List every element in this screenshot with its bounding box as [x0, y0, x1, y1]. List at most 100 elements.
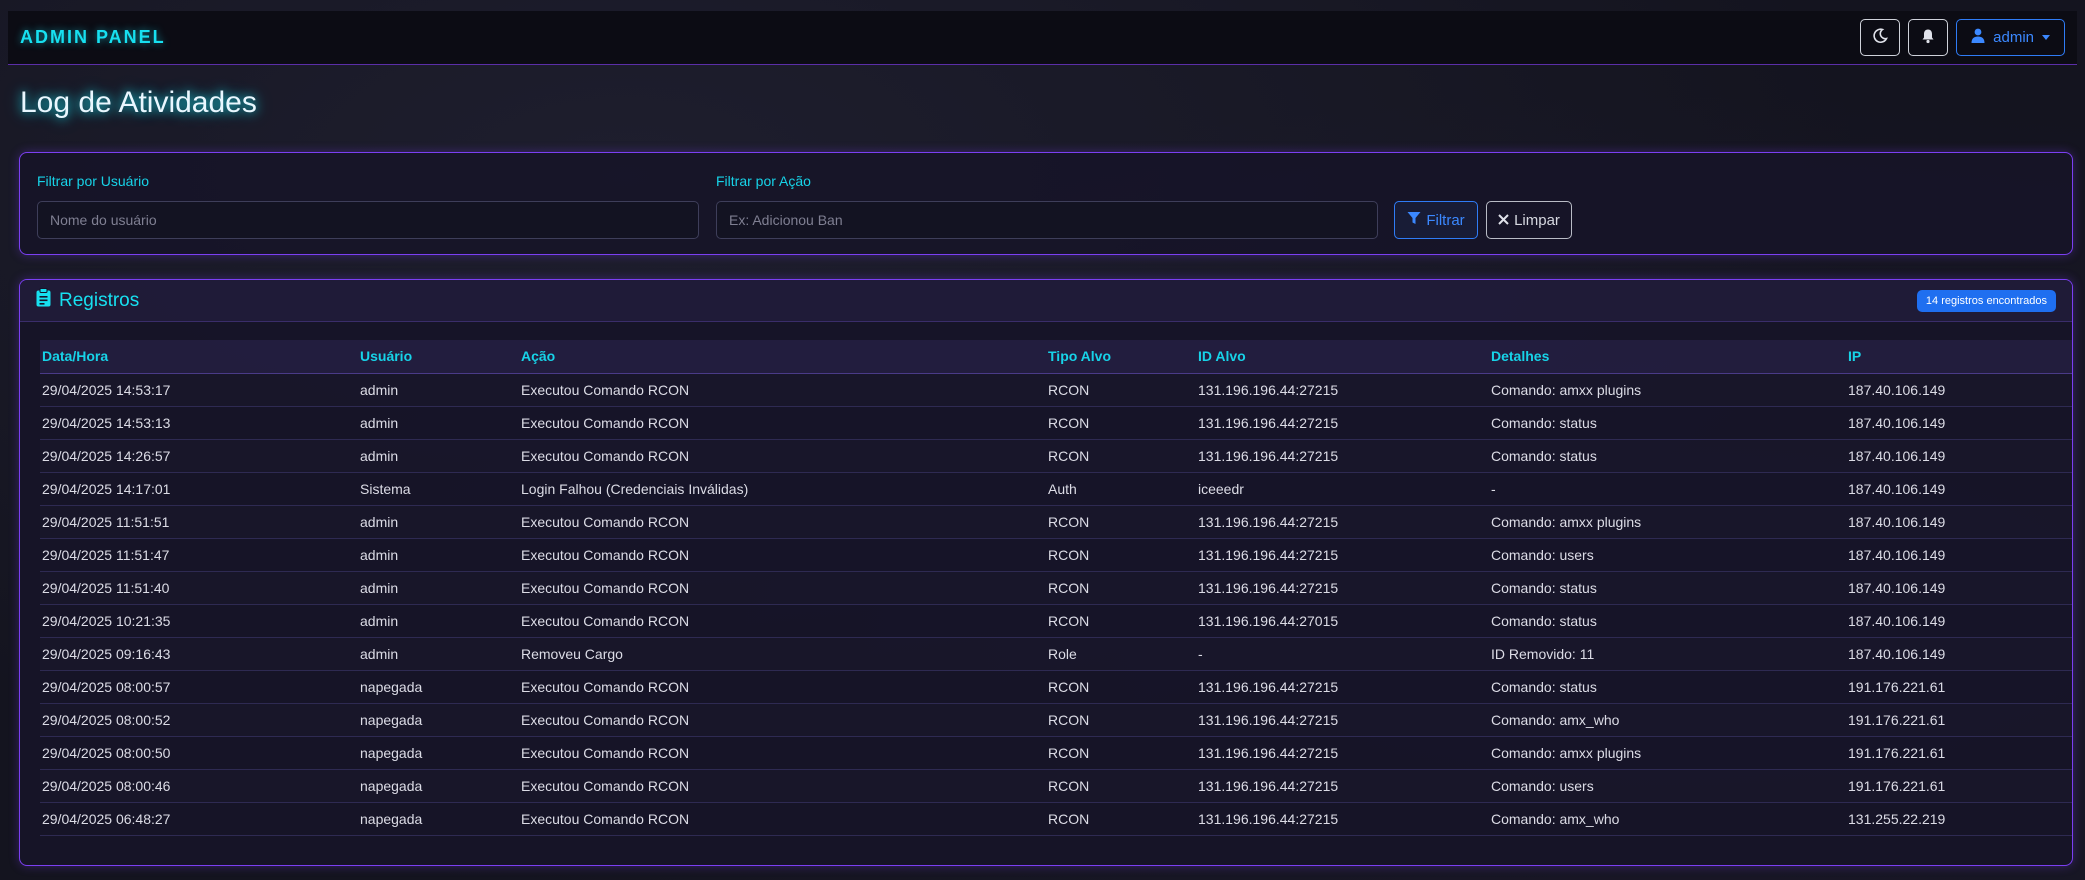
cell-details: Comando: users — [1491, 769, 1848, 803]
table-row[interactable]: 29/04/2025 14:26:57 admin Executou Comando… — [40, 439, 2072, 473]
cell-target-id: 131.196.196.44:27015 — [1198, 604, 1491, 638]
cell-action: Executou Comando RCON — [521, 604, 1048, 638]
navbar-actions: admin — [1860, 19, 2065, 56]
cell-details: Comando: status — [1491, 439, 1848, 473]
cell-action: Executou Comando RCON — [521, 802, 1048, 836]
clear-button[interactable]: Limpar — [1486, 201, 1572, 239]
table-row[interactable]: 29/04/2025 10:21:35 admin Executou Comando… — [40, 604, 2072, 638]
clear-button-label: Limpar — [1514, 211, 1560, 229]
activity-log-table: Data/Hora Usuário Ação Tipo Alvo ID Alvo Deta… — [40, 340, 2072, 836]
theme-toggle-button[interactable] — [1860, 19, 1901, 56]
table-row[interactable]: 29/04/2025 08:00:52 napegada Executou Coma… — [40, 703, 2072, 737]
brand-logo[interactable]: ADMIN PANEL — [20, 27, 166, 48]
cell-target-type: RCON — [1048, 439, 1198, 473]
cell-details: Comando: amx_who — [1491, 703, 1848, 737]
cell-ip: 187.40.106.149 — [1848, 571, 2072, 605]
cell-details: Comando: amxx plugins — [1491, 505, 1848, 539]
table-row[interactable]: 29/04/2025 08:00:57 napegada Executou Coma… — [40, 670, 2072, 704]
cell-ip: 187.40.106.149 — [1848, 505, 2072, 539]
records-card: Registros 14 registros encontrados Data/… — [19, 279, 2073, 866]
user-filter-input[interactable] — [37, 201, 699, 239]
cell-target-type: RCON — [1048, 571, 1198, 605]
cell-action: Executou Comando RCON — [521, 769, 1048, 803]
column-header-target-type[interactable]: Tipo Alvo — [1048, 340, 1198, 374]
table-body: 29/04/2025 14:53:17 admin Executou Comando… — [40, 373, 2072, 836]
table-header-row: Data/Hora Usuário Ação Tipo Alvo ID Alvo Deta… — [40, 340, 2072, 374]
cell-action: Executou Comando RCON — [521, 439, 1048, 473]
cell-target-id: iceeedr — [1198, 472, 1491, 506]
records-title: Registros — [59, 289, 140, 311]
cell-target-id: 131.196.196.44:27215 — [1198, 769, 1491, 803]
cell-datetime: 29/04/2025 08:00:57 — [40, 670, 360, 704]
cell-details: Comando: users — [1491, 538, 1848, 572]
cell-action: Executou Comando RCON — [521, 571, 1048, 605]
cell-action: Executou Comando RCON — [521, 670, 1048, 704]
filter-button-label: Filtrar — [1426, 211, 1465, 229]
cell-details: Comando: amxx plugins — [1491, 736, 1848, 770]
cell-ip: 191.176.221.61 — [1848, 703, 2072, 737]
notifications-button[interactable] — [1908, 19, 1949, 56]
cell-target-id: 131.196.196.44:27215 — [1198, 373, 1491, 407]
cell-target-type: RCON — [1048, 604, 1198, 638]
filter-card: Filtrar por Usuário Filtrar por Ação Fil… — [19, 152, 2073, 255]
cell-datetime: 29/04/2025 08:00:50 — [40, 736, 360, 770]
cell-details: Comando: status — [1491, 571, 1848, 605]
cell-action: Executou Comando RCON — [521, 505, 1048, 539]
records-header: Registros 14 registros encontrados — [20, 280, 2072, 322]
cell-ip: 187.40.106.149 — [1848, 604, 2072, 638]
cell-target-type: RCON — [1048, 670, 1198, 704]
cell-target-id: 131.196.196.44:27215 — [1198, 703, 1491, 737]
cell-target-type: RCON — [1048, 406, 1198, 440]
user-icon — [1971, 28, 1985, 47]
records-count-badge: 14 registros encontrados — [1916, 289, 2056, 312]
cell-user: admin — [360, 604, 521, 638]
cell-user: admin — [360, 538, 521, 572]
column-header-user[interactable]: Usuário — [360, 340, 521, 374]
cell-datetime: 29/04/2025 08:00:52 — [40, 703, 360, 737]
cell-target-type: RCON — [1048, 802, 1198, 836]
cell-details: Comando: status — [1491, 604, 1848, 638]
cell-user: napegada — [360, 703, 521, 737]
cell-action: Executou Comando RCON — [521, 703, 1048, 737]
cell-datetime: 29/04/2025 10:21:35 — [40, 604, 360, 638]
column-header-details[interactable]: Detalhes — [1491, 340, 1848, 374]
table-row[interactable]: 29/04/2025 08:00:46 napegada Executou Coma… — [40, 769, 2072, 803]
cell-action: Executou Comando RCON — [521, 406, 1048, 440]
table-row[interactable]: 29/04/2025 06:48:27 napegada Executou Coma… — [40, 802, 2072, 836]
cell-datetime: 29/04/2025 14:53:13 — [40, 406, 360, 440]
cell-details: Comando: amx_who — [1491, 802, 1848, 836]
cell-user: napegada — [360, 802, 521, 836]
chevron-down-icon — [2042, 35, 2050, 40]
user-menu-button[interactable]: admin — [1956, 19, 2065, 56]
cell-details: Comando: status — [1491, 406, 1848, 440]
cell-target-id: 131.196.196.44:27215 — [1198, 505, 1491, 539]
column-header-datetime[interactable]: Data/Hora — [40, 340, 360, 374]
cell-details: - — [1491, 472, 1848, 506]
cell-action: Removeu Cargo — [521, 637, 1048, 671]
filter-button[interactable]: Filtrar — [1394, 201, 1478, 239]
table-row[interactable]: 29/04/2025 09:16:43 admin Removeu Cargo Rol… — [40, 637, 2072, 671]
column-header-ip[interactable]: IP — [1848, 340, 2072, 374]
close-icon — [1498, 212, 1509, 229]
cell-user: admin — [360, 439, 521, 473]
table-row[interactable]: 29/04/2025 14:17:01 Sistema Login Falhou (… — [40, 472, 2072, 506]
table-row[interactable]: 29/04/2025 14:53:13 admin Executou Comando… — [40, 406, 2072, 440]
table-row[interactable]: 29/04/2025 11:51:51 admin Executou Comando… — [40, 505, 2072, 539]
cell-user: napegada — [360, 670, 521, 704]
cell-target-type: Role — [1048, 637, 1198, 671]
action-filter-input[interactable] — [716, 201, 1378, 239]
cell-user: Sistema — [360, 472, 521, 506]
table-row[interactable]: 29/04/2025 11:51:47 admin Executou Comando… — [40, 538, 2072, 572]
cell-action: Executou Comando RCON — [521, 736, 1048, 770]
cell-user: admin — [360, 571, 521, 605]
records-title-group: Registros — [36, 288, 139, 313]
table-row[interactable]: 29/04/2025 08:00:50 napegada Executou Coma… — [40, 736, 2072, 770]
cell-user: napegada — [360, 736, 521, 770]
column-header-target-id[interactable]: ID Alvo — [1198, 340, 1491, 374]
filter-icon — [1407, 211, 1421, 229]
cell-user: napegada — [360, 769, 521, 803]
cell-ip: 187.40.106.149 — [1848, 637, 2072, 671]
table-row[interactable]: 29/04/2025 14:53:17 admin Executou Comando… — [40, 373, 2072, 407]
column-header-action[interactable]: Ação — [521, 340, 1048, 374]
table-row[interactable]: 29/04/2025 11:51:40 admin Executou Comando… — [40, 571, 2072, 605]
